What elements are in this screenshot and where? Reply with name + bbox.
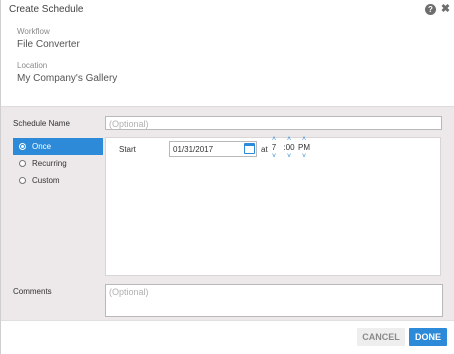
workflow-value: File Converter [17,39,80,50]
chevron-down-icon[interactable]: ˅ [269,153,279,160]
minute-value: :00 [283,143,295,152]
help-icon[interactable]: ? [425,4,436,15]
radio-once[interactable]: Once [13,138,103,155]
radio-once-label: Once [32,142,52,151]
workflow-label: Workflow [17,27,50,36]
minute-stepper[interactable]: ˄ :00 ˅ [281,136,297,160]
location-value: My Company's Gallery [17,73,118,84]
start-label: Start [119,145,136,154]
chevron-up-icon[interactable]: ˄ [269,136,279,143]
hour-stepper[interactable]: ˄ 7 ˅ [269,136,279,160]
schedule-name-label: Schedule Name [13,119,70,128]
frequency-radio-group: Once Recurring Custom [13,138,103,189]
cancel-button[interactable]: CANCEL [357,328,405,346]
schedule-name-input[interactable]: (Optional) [105,116,442,130]
radio-button-icon [19,177,26,184]
create-schedule-dialog: Create Schedule ? ✖ Workflow File Conver… [0,0,454,354]
dialog-header: Create Schedule ? ✖ [1,0,454,20]
comments-input[interactable]: (Optional) [105,284,443,317]
meridiem-value: PM [298,143,310,152]
chevron-up-icon[interactable]: ˄ [281,136,297,143]
chevron-down-icon[interactable]: ˅ [281,153,297,160]
radio-button-icon [19,160,26,167]
done-button[interactable]: DONE [409,328,447,346]
close-icon[interactable]: ✖ [440,4,451,15]
radio-custom-label: Custom [32,176,60,185]
chevron-down-icon[interactable]: ˅ [297,153,311,160]
chevron-up-icon[interactable]: ˄ [297,136,311,143]
radio-custom[interactable]: Custom [13,172,103,189]
meridiem-stepper[interactable]: ˄ PM ˅ [297,136,311,160]
radio-button-icon [19,143,26,150]
radio-recurring-label: Recurring [32,159,67,168]
dialog-title: Create Schedule [9,4,84,15]
hour-value: 7 [271,143,277,152]
calendar-icon[interactable] [244,143,255,154]
at-label: at [261,145,268,154]
comments-label: Comments [13,287,52,296]
location-label: Location [17,61,48,70]
radio-recurring[interactable]: Recurring [13,155,103,172]
